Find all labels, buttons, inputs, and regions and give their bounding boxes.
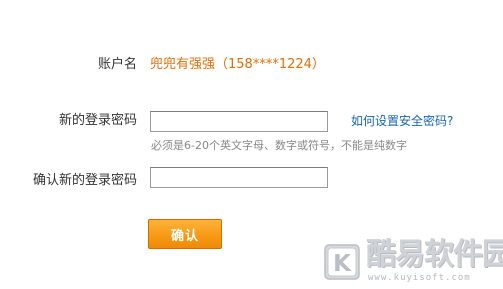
watermark: K 酷易软件园 www.kuyisoft.com — [324, 236, 503, 288]
watermark-url: www.kuyisoft.com — [368, 273, 471, 283]
new-password-label: 新的登录密码 — [58, 113, 137, 128]
password-hint: 必须是6-20个英文字母、数字或符号，不能是纯数字 — [151, 139, 407, 152]
logo-letter: K — [333, 251, 352, 277]
password-help-link[interactable]: 如何设置安全密码? — [351, 112, 453, 130]
new-password-input[interactable] — [150, 111, 328, 132]
kuyisoft-logo-icon: K — [324, 244, 360, 280]
watermark-title: 酷易软件园 — [366, 237, 503, 272]
confirm-password-label: 确认新的登录密码 — [32, 173, 137, 188]
account-name-value: 兜兜有强强（158****1224） — [150, 57, 325, 72]
confirm-button[interactable]: 确认 — [148, 219, 222, 249]
account-name-label: 账户名 — [97, 57, 137, 72]
confirm-password-input[interactable] — [150, 167, 328, 188]
